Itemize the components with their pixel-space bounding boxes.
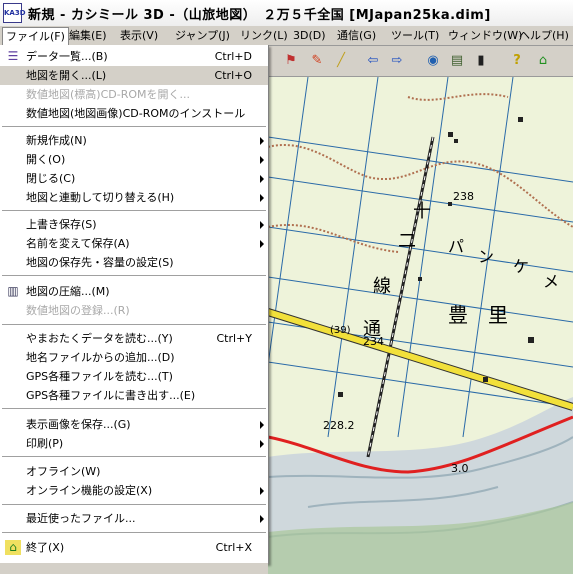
list-icon: ☰	[7, 49, 19, 63]
menu-separator	[2, 408, 266, 409]
menu-item-read-gps[interactable]: GPS各種ファイルを読む...(T)	[0, 367, 268, 386]
menu-item-open[interactable]: 開く(O)	[0, 150, 268, 169]
menu-jump[interactable]: ジャンプ(J)	[172, 27, 233, 44]
place-char-9: ケ	[513, 257, 529, 276]
menu-item-offline[interactable]: オフライン(W)	[0, 462, 268, 481]
menu-item-register-map[interactable]: 数値地図の登録...(R)	[0, 301, 268, 320]
paint-icon[interactable]: ✎	[308, 52, 326, 70]
menu-item-save[interactable]: 上書き保存(S)	[0, 215, 268, 234]
place-char-10: メ	[543, 272, 559, 291]
compress-icon: ▥	[7, 284, 19, 298]
menu-edit[interactable]: 編集(E)	[66, 27, 110, 44]
menu-item-online-settings[interactable]: オンライン機能の設定(X)	[0, 481, 268, 500]
window-title: 新規 - カシミール 3D -（山旅地図） ２万５千全国 [MJapan25ka…	[28, 8, 491, 23]
place-char-3: 線	[373, 276, 391, 297]
menu-item-save-as[interactable]: 名前を変えて保存(A)	[0, 234, 268, 253]
menu-separator	[2, 210, 266, 211]
place-char-2: 二	[398, 231, 416, 252]
menu-file[interactable]: ファイル(F)	[2, 27, 69, 45]
menu-item-open-map[interactable]: 地図を開く...(L) Ctrl+O	[0, 66, 268, 85]
chevron-right-icon	[260, 240, 264, 248]
chevron-right-icon	[260, 515, 264, 523]
exit-icon[interactable]: ⌂	[534, 52, 552, 70]
place-char-5: 豊	[448, 303, 468, 327]
place-char-1: 十	[413, 201, 431, 222]
globe-icon[interactable]: ◉	[424, 52, 442, 70]
map-view[interactable]: 238 234 228.2 3.0 (39) 十 二 線 通 豊 里 パ ン ケ…	[268, 77, 573, 574]
menu-item-export-gps[interactable]: GPS各種ファイルに書き出す...(E)	[0, 386, 268, 405]
menu-3d[interactable]: 3D(D)	[290, 27, 329, 44]
menu-item-close[interactable]: 閉じる(C)	[0, 169, 268, 188]
place-char-7: パ	[448, 237, 464, 256]
menu-tools[interactable]: ツール(T)	[388, 27, 442, 44]
menu-item-read-yamaotaku[interactable]: やまおたくデータを読む...(Y) Ctrl+Y	[0, 329, 268, 348]
help-icon[interactable]: ?	[508, 52, 526, 70]
exit-icon: ⌂	[5, 540, 21, 555]
menu-separator	[2, 324, 266, 325]
menu-separator	[2, 532, 266, 533]
elev-2282-label: 228.2	[323, 419, 355, 432]
menu-bar: ファイル(F) 編集(E) 表示(V) ジャンプ(J) リンク(L) 3D(D)…	[0, 26, 573, 46]
chevron-right-icon	[260, 194, 264, 202]
chevron-right-icon	[260, 221, 264, 229]
menu-item-compress-map[interactable]: ▥ 地図の圧縮...(M)	[0, 282, 268, 301]
flag-markers-icon[interactable]: ⚑	[282, 52, 300, 70]
menu-item-new[interactable]: 新規作成(N)	[0, 131, 268, 150]
menu-item-print[interactable]: 印刷(P)	[0, 434, 268, 453]
chevron-right-icon	[260, 175, 264, 183]
menu-item-install-map-cdrom[interactable]: 数値地図(地図画像)CD-ROMのインストール	[0, 104, 268, 123]
file-menu: ☰ データ一覧...(B) Ctrl+D 地図を開く...(L) Ctrl+O …	[0, 45, 269, 564]
place-char-6: 里	[488, 303, 508, 327]
menu-window[interactable]: ウィンドウ(W)	[445, 27, 525, 44]
menu-separator	[2, 504, 266, 505]
menu-item-save-image[interactable]: 表示画像を保存...(G)	[0, 415, 268, 434]
menu-separator	[2, 126, 266, 127]
chevron-right-icon	[260, 487, 264, 495]
menu-item-switch-with-map[interactable]: 地図と連動して切り替える(H)	[0, 188, 268, 207]
elev-30-label: 3.0	[451, 462, 469, 475]
menu-item-data-list[interactable]: ☰ データ一覧...(B) Ctrl+D	[0, 47, 268, 66]
chevron-right-icon	[260, 440, 264, 448]
menu-separator	[2, 275, 266, 276]
status-bar	[0, 563, 268, 574]
menu-help[interactable]: ヘルプ(H)	[516, 27, 572, 44]
topo-map: 238 234 228.2 3.0 (39) 十 二 線 通 豊 里 パ ン ケ…	[268, 77, 573, 574]
gps-device-icon[interactable]: ▮	[472, 52, 490, 70]
menu-comm[interactable]: 通信(G)	[334, 27, 379, 44]
layers-icon[interactable]: ▤	[448, 52, 466, 70]
toolbar: ⚑ ✎ ╱ ⇦ ⇨ ◉ ▤ ▮ ? ⌂	[268, 46, 573, 77]
ruler-icon[interactable]: ╱	[332, 52, 350, 70]
app-icon: KA3D	[3, 3, 26, 23]
title-bar: KA3D 新規 - カシミール 3D -（山旅地図） ２万５千全国 [MJapa…	[0, 0, 573, 27]
road-number-label: (39)	[330, 325, 351, 336]
menu-item-recent-files[interactable]: 最近使ったファイル...	[0, 509, 268, 528]
menu-view[interactable]: 表示(V)	[117, 27, 161, 44]
menu-item-storage-settings[interactable]: 地図の保存先・容量の設定(S)	[0, 253, 268, 272]
elev-238-label: 238	[453, 190, 474, 203]
place-char-4: 通	[363, 319, 381, 340]
place-char-8: ン	[478, 247, 494, 266]
arrow-left-icon[interactable]: ⇦	[364, 52, 382, 70]
menu-link[interactable]: リンク(L)	[237, 27, 291, 44]
chevron-right-icon	[260, 156, 264, 164]
chevron-right-icon	[260, 421, 264, 429]
chevron-right-icon	[260, 137, 264, 145]
arrow-right-icon[interactable]: ⇨	[388, 52, 406, 70]
menu-separator	[2, 456, 266, 457]
menu-item-add-placenames[interactable]: 地名ファイルからの追加...(D)	[0, 348, 268, 367]
menu-item-open-elev-cdrom[interactable]: 数値地図(標高)CD-ROMを開く...	[0, 85, 268, 104]
menu-item-exit[interactable]: ⌂ 終了(X) Ctrl+X	[0, 538, 268, 557]
